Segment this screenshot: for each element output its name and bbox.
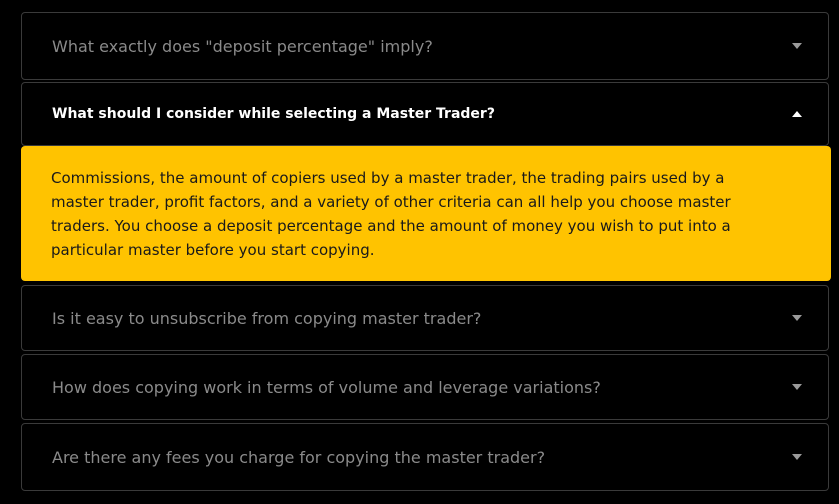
caret-down-icon[interactable] [792,454,802,460]
faq-question-row[interactable]: Is it easy to unsubscribe from copying m… [22,286,828,350]
faq-item[interactable]: What exactly does "deposit percentage" i… [21,12,829,80]
faq-answer-text: Commissions, the amount of copiers used … [51,169,731,259]
faq-item[interactable]: Are there any fees you charge for copyin… [21,423,829,491]
faq-question-row[interactable]: What should I consider while selecting a… [22,83,828,145]
faq-question-row[interactable]: How does copying work in terms of volume… [22,355,828,419]
faq-item[interactable]: Is it easy to unsubscribe from copying m… [21,285,829,351]
faq-question: Is it easy to unsubscribe from copying m… [52,308,482,328]
faq-item-expanded[interactable]: What should I consider while selecting a… [21,82,829,146]
faq-answer-panel: Commissions, the amount of copiers used … [21,146,831,281]
caret-up-icon[interactable] [792,111,802,117]
faq-question: Are there any fees you charge for copyin… [52,447,546,467]
faq-question: How does copying work in terms of volume… [52,377,601,397]
faq-question-row[interactable]: What exactly does "deposit percentage" i… [22,13,828,79]
faq-question: What should I consider while selecting a… [52,106,495,122]
faq-question-row[interactable]: Are there any fees you charge for copyin… [22,424,828,490]
faq-question: What exactly does "deposit percentage" i… [52,36,433,56]
caret-down-icon[interactable] [792,384,802,390]
caret-down-icon[interactable] [792,43,802,49]
caret-down-icon[interactable] [792,315,802,321]
faq-accordion: What exactly does "deposit percentage" i… [0,0,839,504]
faq-item[interactable]: How does copying work in terms of volume… [21,354,829,420]
